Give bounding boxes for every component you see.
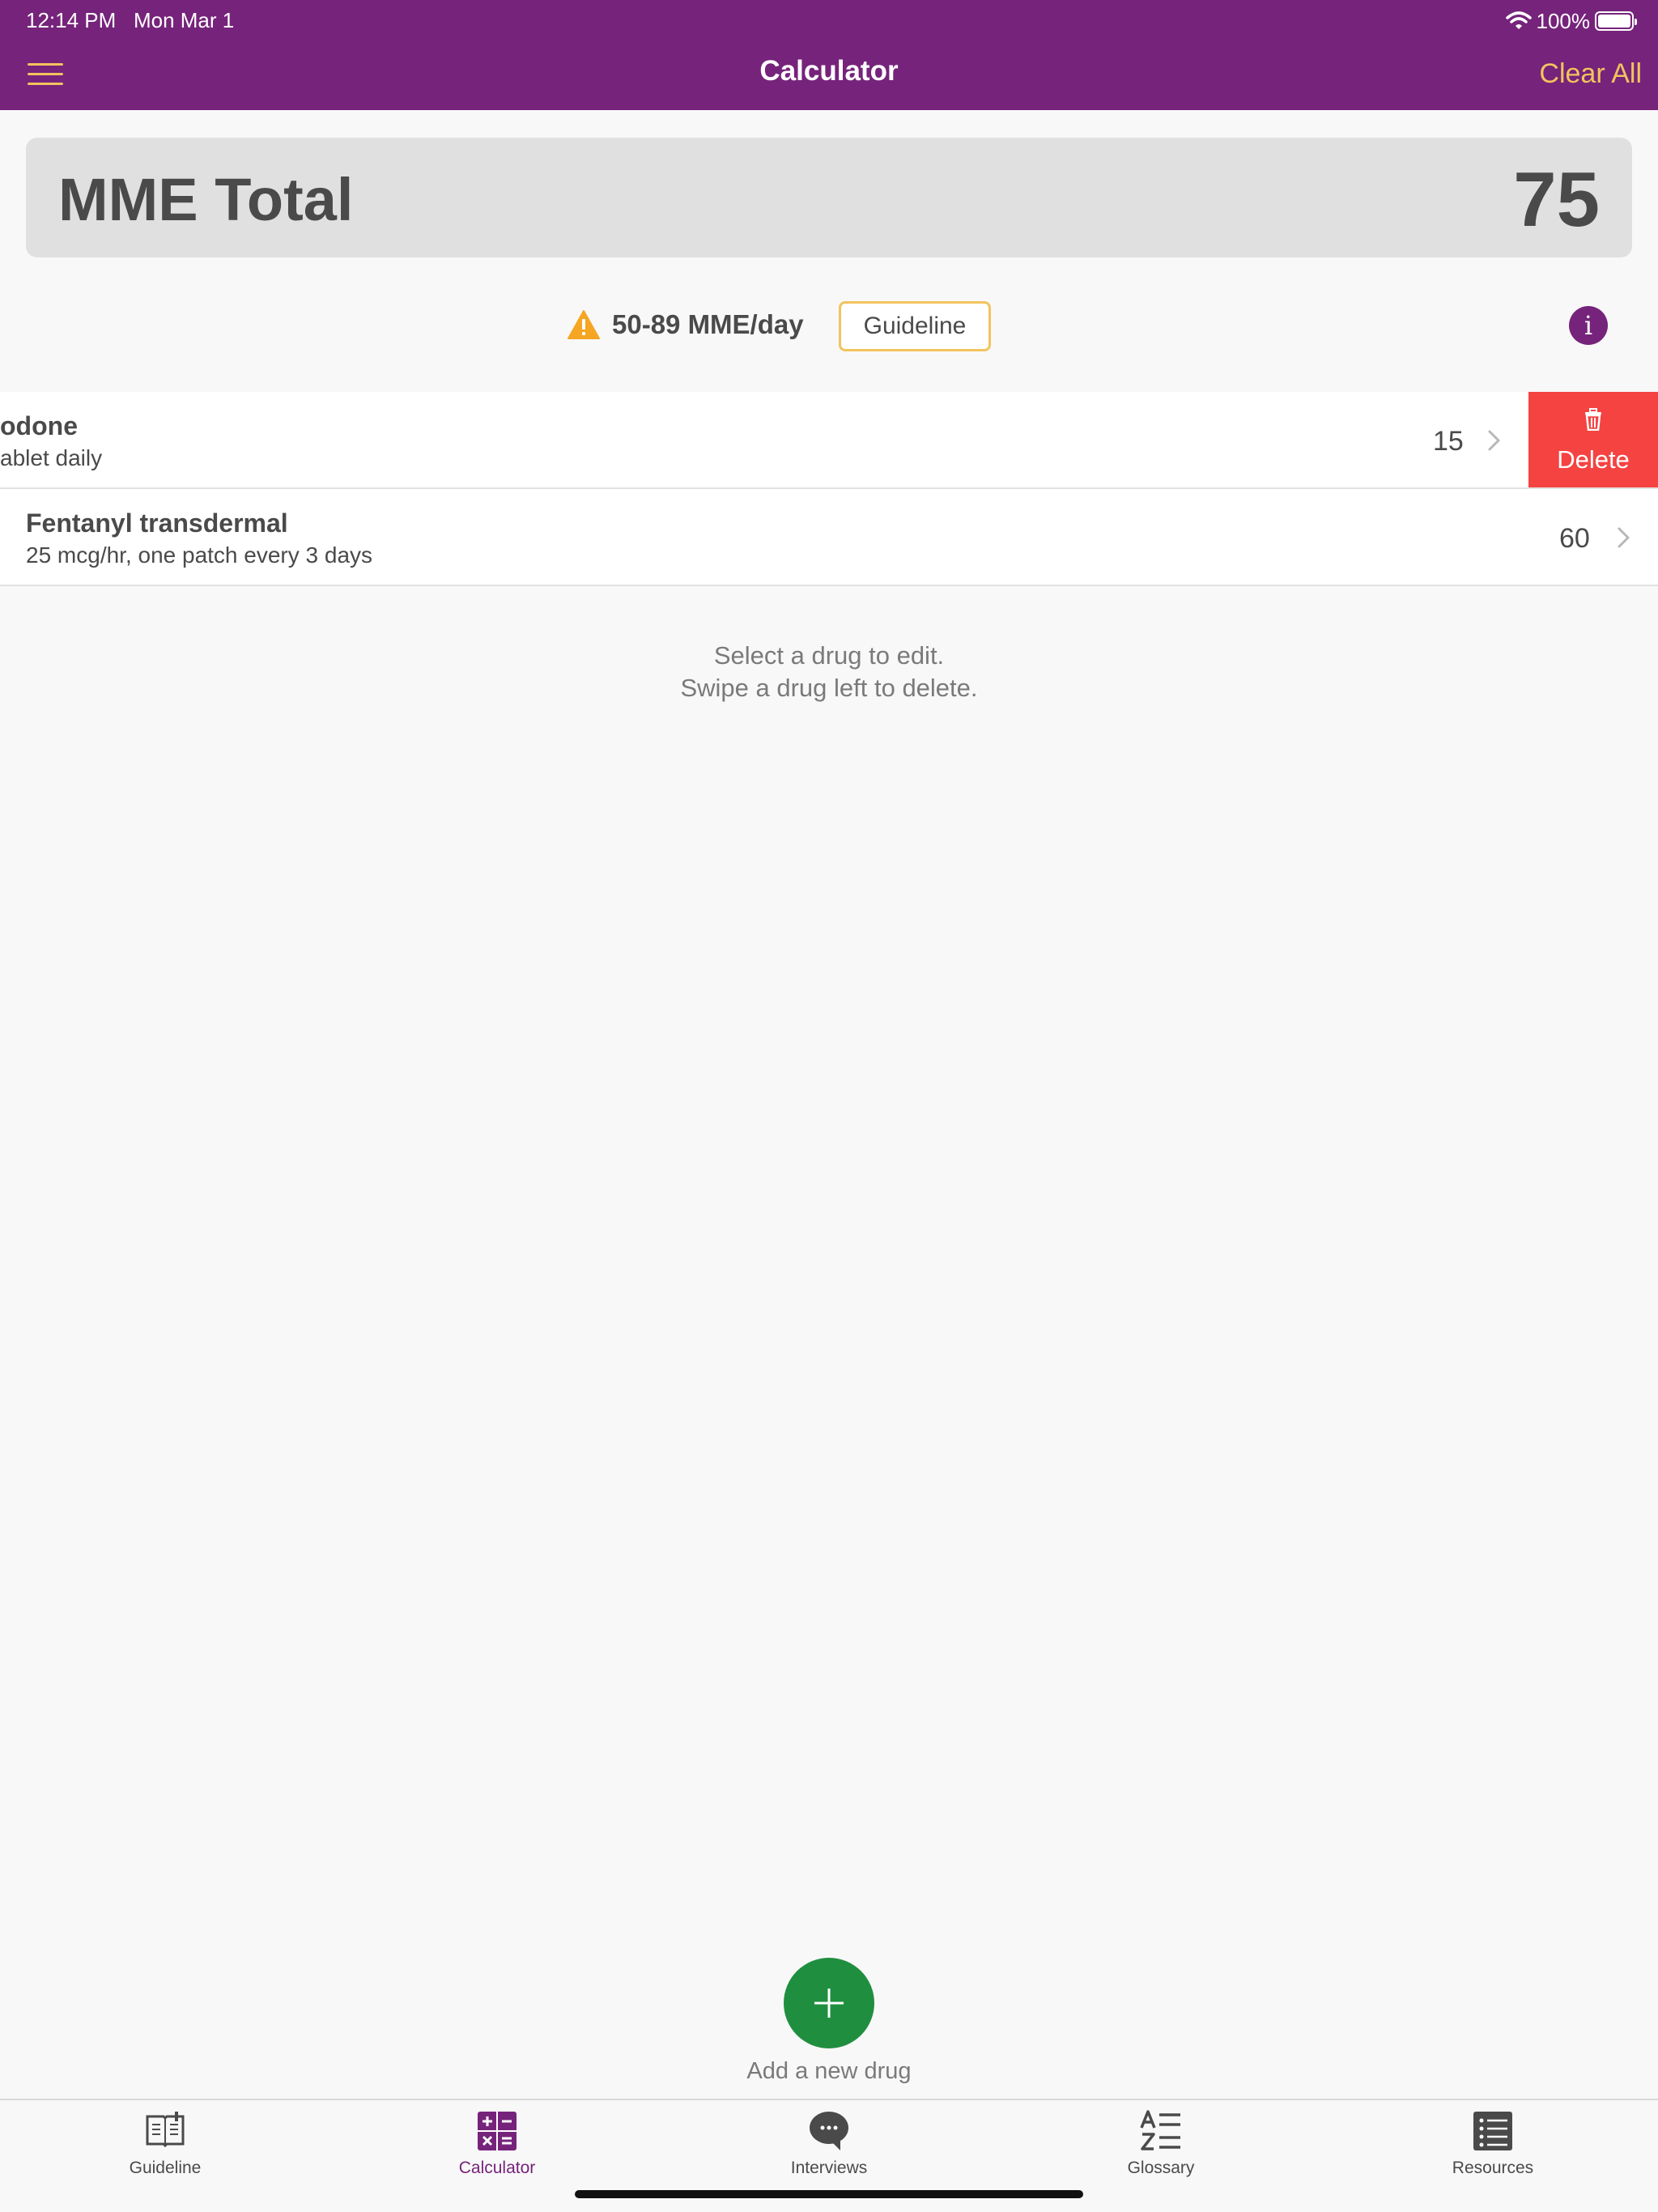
risk-level-row: 50-89 MME/day Guideline i [0, 300, 1658, 351]
chat-bubble-icon [810, 2112, 848, 2150]
tab-glossary[interactable]: Glossary [1039, 2100, 1282, 2189]
warning-icon [568, 310, 600, 339]
battery-percent: 100% [1536, 8, 1591, 33]
book-icon [146, 2112, 185, 2148]
page-title: Calculator [759, 55, 899, 87]
drug-mme-value: 15 [1433, 426, 1464, 457]
chevron-right-icon [1618, 527, 1630, 548]
drug-row[interactable]: odone ablet daily 15 Delete [0, 392, 1658, 489]
tab-interviews[interactable]: Interviews [708, 2100, 950, 2189]
mme-total-label: MME Total [58, 166, 354, 233]
add-drug-label: Add a new drug [746, 2058, 912, 2084]
risk-range-label: 50-89 MME/day [612, 309, 804, 339]
status-indicators: 100% [1505, 8, 1637, 34]
mme-total-value: 75 [1513, 156, 1600, 243]
battery-icon [1595, 11, 1637, 31]
status-date: Mon Mar 1 [133, 8, 235, 32]
calculator-icon [478, 2112, 517, 2150]
tab-label: Glossary [1127, 2159, 1195, 2177]
drug-name: odone [0, 411, 78, 440]
delete-label: Delete [1557, 445, 1630, 474]
delete-hint: Swipe a drug left to delete. [680, 674, 978, 702]
info-icon[interactable]: i [1569, 306, 1608, 345]
drug-mme-value: 60 [1559, 523, 1590, 554]
drug-description: 25 mcg/hr, one patch every 3 days [26, 542, 373, 568]
delete-button[interactable]: Delete [1528, 392, 1658, 487]
drug-name: Fentanyl transdermal [26, 508, 288, 538]
status-time-date: 12:14 PM Mon Mar 1 [26, 8, 234, 33]
tab-calculator[interactable]: Calculator [376, 2100, 619, 2189]
chevron-right-icon [1488, 430, 1500, 451]
mme-total-card: MME Total 75 [26, 138, 1632, 257]
tab-resources[interactable]: Resources [1371, 2100, 1614, 2189]
tab-label: Interviews [790, 2159, 868, 2177]
tab-label: Resources [1452, 2159, 1534, 2177]
guideline-button[interactable]: Guideline [839, 301, 991, 351]
list-icon [1473, 2112, 1512, 2150]
plus-icon [814, 1989, 844, 2018]
drug-description: ablet daily [0, 445, 103, 470]
edit-hint: Select a drug to edit. [713, 641, 945, 670]
trash-icon [1585, 408, 1601, 431]
tab-label: Guideline [129, 2159, 202, 2177]
tab-guideline[interactable]: Guideline [44, 2100, 287, 2189]
status-time: 12:14 PM [26, 8, 117, 32]
drug-row[interactable]: Fentanyl transdermal 25 mcg/hr, one patc… [0, 489, 1658, 586]
tab-label: Calculator [458, 2159, 536, 2177]
add-drug-button[interactable] [784, 1958, 874, 2048]
a-z-list-icon [1140, 2110, 1180, 2150]
home-indicator [575, 2190, 1083, 2198]
wifi-icon [1505, 11, 1532, 29]
clear-all-button[interactable]: Clear All [1539, 58, 1642, 90]
